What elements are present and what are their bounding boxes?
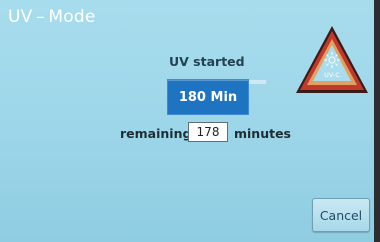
page-title: UV – Mode (8, 7, 96, 27)
remaining-unit-label: minutes (234, 126, 292, 141)
uv-status-text: UV started (169, 54, 245, 69)
cancel-button[interactable]: Cancel (312, 198, 370, 232)
remaining-minutes-field: 178 (188, 122, 228, 142)
duration-progress-tab (246, 80, 266, 84)
uv-c-warning-icon: UV-C (294, 24, 370, 96)
uv-duration-button[interactable]: 180 Min (167, 79, 249, 115)
uv-mode-screen: UV – Mode UV started 180 Min remaining: … (0, 0, 380, 242)
uv-c-label: UV-C (324, 71, 340, 79)
remaining-label: remaining: (120, 126, 197, 141)
screen-bezel (374, 0, 380, 242)
